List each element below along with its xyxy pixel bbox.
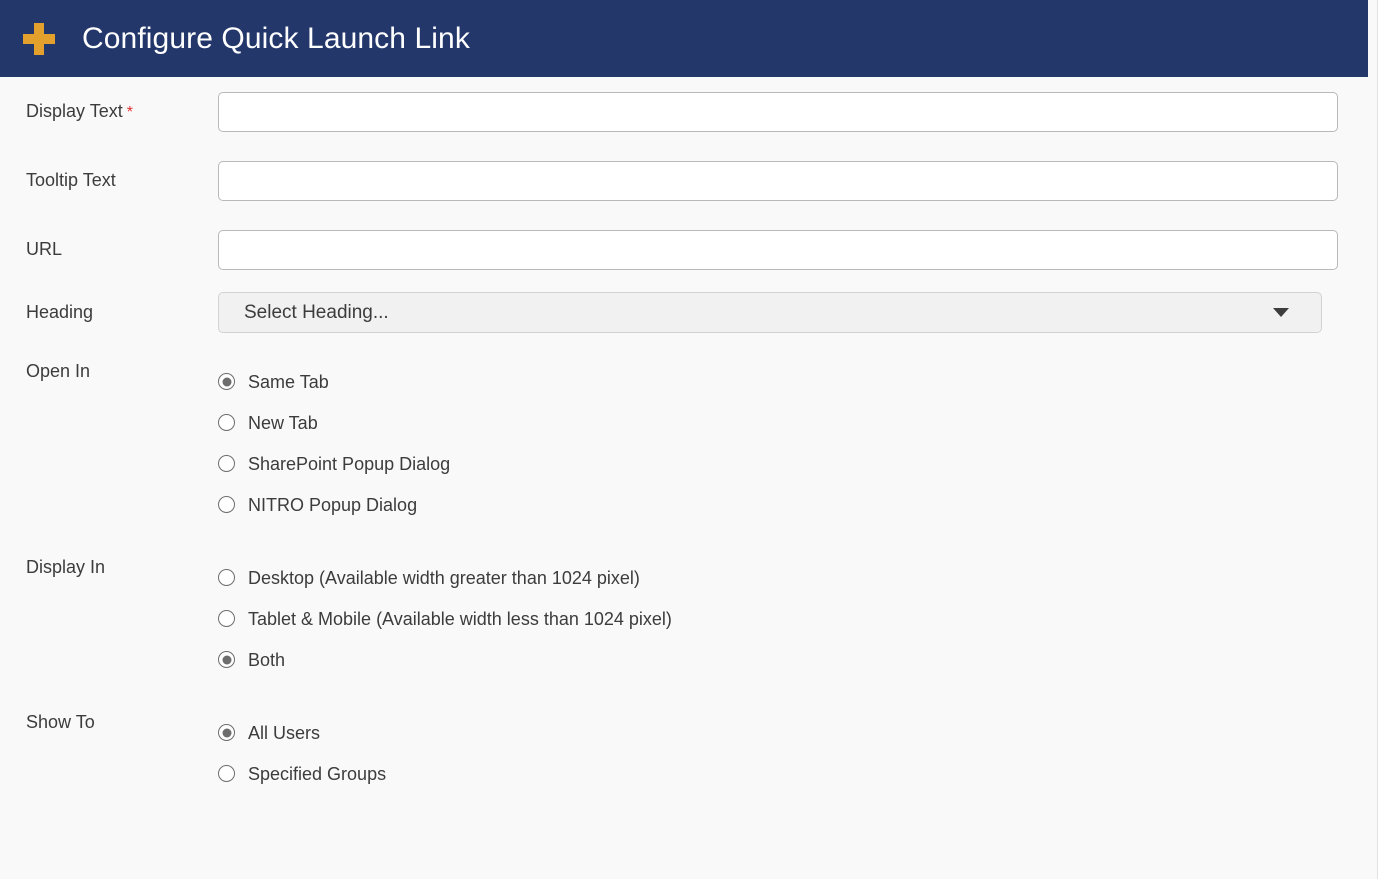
field-row-heading: Heading Select Heading... [0,284,1368,341]
radio-icon [218,373,235,390]
page-title: Configure Quick Launch Link [82,21,470,55]
show-to-radio-group: All Users Specified Groups [218,710,1368,794]
show-to-label: Show To [26,712,95,732]
field-row-tooltip-text: Tooltip Text [0,146,1368,215]
field-row-open-in: Open In Same Tab New Tab SharePoint Popu… [0,359,1368,525]
tooltip-text-field-wrap [218,160,1368,201]
configure-quick-launch-link-dialog: Configure Quick Launch Link Display Text… [0,0,1378,879]
radio-label: SharePoint Popup Dialog [248,453,451,474]
radio-label: Desktop (Available width greater than 10… [248,567,640,588]
heading-select-value: Select Heading... [244,301,389,323]
radio-option-both[interactable]: Both [218,639,1368,680]
radio-icon [218,455,235,472]
radio-label: Both [248,649,286,670]
display-text-label: Display Text * [0,101,218,123]
display-text-field-wrap [218,91,1368,132]
radio-label: New Tab [248,412,318,433]
display-text-label-text: Display Text [26,100,123,121]
radio-icon [218,724,235,741]
radio-icon [218,765,235,782]
field-row-url: URL [0,215,1368,284]
field-row-display-text: Display Text * [0,77,1368,146]
radio-icon [218,610,235,627]
radio-icon [218,496,235,513]
quick-launch-form: Display Text* Tooltip Text URL Heading [0,77,1368,794]
heading-select[interactable]: Select Heading... [218,292,1322,333]
tooltip-text-input[interactable] [218,160,1338,201]
radio-option-nitro-popup-dialog[interactable]: NITRO Popup Dialog [218,484,1368,525]
plus-icon [20,20,58,58]
radio-option-specified-groups[interactable]: Specified Groups [218,753,1368,794]
radio-label: Specified Groups [248,763,387,784]
radio-label: All Users [248,722,321,743]
radio-icon [218,651,235,668]
dialog-titlebar: Configure Quick Launch Link [0,0,1368,77]
heading-label: Heading [26,301,94,322]
display-in-radio-group: Desktop (Available width greater than 10… [218,555,1368,680]
radio-option-all-users[interactable]: All Users [218,712,1368,753]
open-in-label: Open In [26,361,91,381]
radio-option-tablet-mobile[interactable]: Tablet & Mobile (Available width less th… [218,598,1368,639]
field-row-show-to: Show To All Users Specified Groups [0,710,1368,794]
radio-label: Tablet & Mobile (Available width less th… [248,608,672,629]
radio-option-same-tab[interactable]: Same Tab [218,361,1368,402]
chevron-down-icon [1273,308,1289,317]
radio-option-new-tab[interactable]: New Tab [218,402,1368,443]
display-in-label: Display In [26,557,106,577]
display-text-input[interactable] [218,91,1338,132]
heading-field-wrap: Select Heading... [218,292,1368,333]
radio-icon [218,569,235,586]
url-label: URL [26,238,63,259]
required-asterisk: * [126,103,133,121]
url-field-wrap [218,229,1368,270]
url-input[interactable] [218,229,1338,270]
tooltip-text-label: Tooltip Text [26,169,116,190]
radio-icon [218,414,235,431]
radio-option-desktop[interactable]: Desktop (Available width greater than 10… [218,557,1368,598]
radio-label: NITRO Popup Dialog [248,494,418,515]
open-in-radio-group: Same Tab New Tab SharePoint Popup Dialog… [218,359,1368,525]
field-row-display-in: Display In Desktop (Available width grea… [0,555,1368,680]
radio-option-sharepoint-popup-dialog[interactable]: SharePoint Popup Dialog [218,443,1368,484]
radio-label: Same Tab [248,371,329,392]
